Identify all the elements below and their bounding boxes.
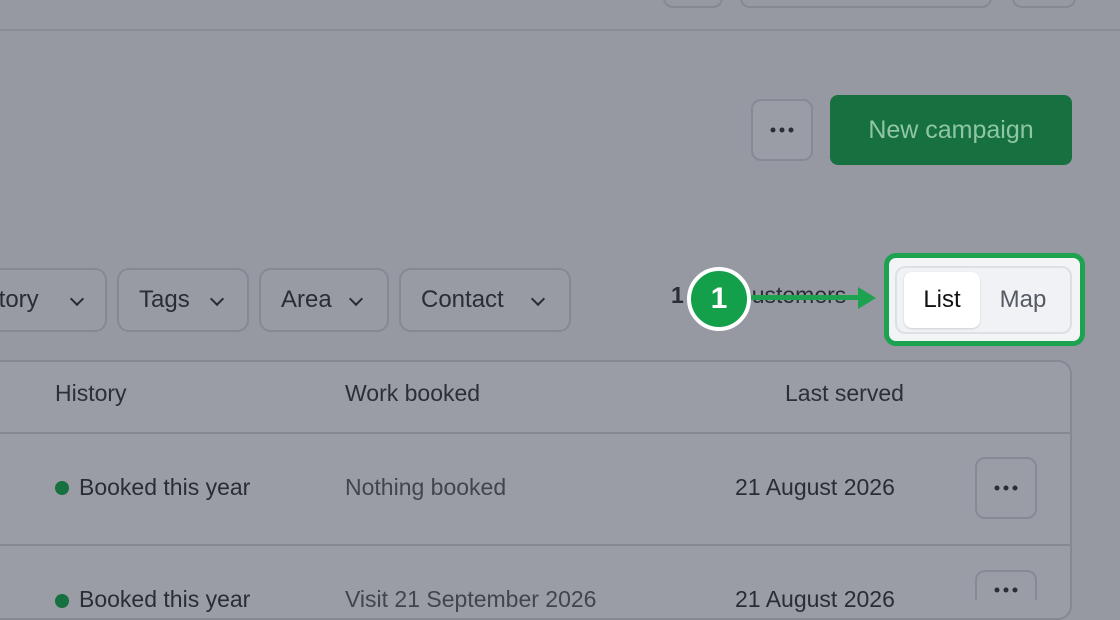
new-campaign-button[interactable]: New campaign xyxy=(830,95,1072,165)
row-more-button[interactable] xyxy=(975,570,1037,600)
filter-contact[interactable]: Contact xyxy=(399,268,571,332)
filter-tags-label: Tags xyxy=(139,286,190,313)
top-icon-button[interactable] xyxy=(663,0,723,8)
annotation-arrow xyxy=(740,295,862,300)
row-last-served: 21 August 2026 xyxy=(735,474,895,500)
chevron-down-icon xyxy=(69,291,85,307)
step-badge: 1 xyxy=(687,267,751,331)
results-count-number: 1 xyxy=(671,282,684,308)
annotation-arrow-head xyxy=(858,287,876,309)
more-options-button[interactable] xyxy=(751,99,813,161)
column-header-history[interactable]: History xyxy=(55,380,127,407)
view-toggle-map[interactable]: Map xyxy=(985,272,1061,328)
row-more-button[interactable] xyxy=(975,457,1037,519)
column-header-last-served[interactable]: Last served xyxy=(785,380,904,407)
ellipsis-icon xyxy=(994,587,1018,593)
row-work-booked: Nothing booked xyxy=(345,474,507,500)
row-divider xyxy=(0,544,1070,546)
top-account-button[interactable] xyxy=(1012,0,1076,8)
filter-history[interactable]: History xyxy=(0,268,107,332)
row-history: Booked this year xyxy=(79,474,251,500)
view-toggle-list[interactable]: List xyxy=(904,272,980,328)
status-dot xyxy=(55,594,69,608)
status-dot xyxy=(55,481,69,495)
column-header-work-booked[interactable]: Work booked xyxy=(345,380,480,407)
ellipsis-icon xyxy=(770,127,794,133)
top-search-field[interactable] xyxy=(740,0,992,8)
chevron-down-icon xyxy=(530,291,546,307)
filter-contact-label: Contact xyxy=(421,286,504,313)
top-bar xyxy=(0,0,1120,31)
ellipsis-icon xyxy=(994,485,1018,491)
chevron-down-icon xyxy=(209,291,225,307)
filter-tags[interactable]: Tags xyxy=(117,268,249,332)
filter-area[interactable]: Area xyxy=(259,268,389,332)
chevron-down-icon xyxy=(348,291,364,307)
table-header-row xyxy=(0,360,1070,434)
filter-history-label: History xyxy=(0,286,39,313)
filter-area-label: Area xyxy=(281,286,332,313)
